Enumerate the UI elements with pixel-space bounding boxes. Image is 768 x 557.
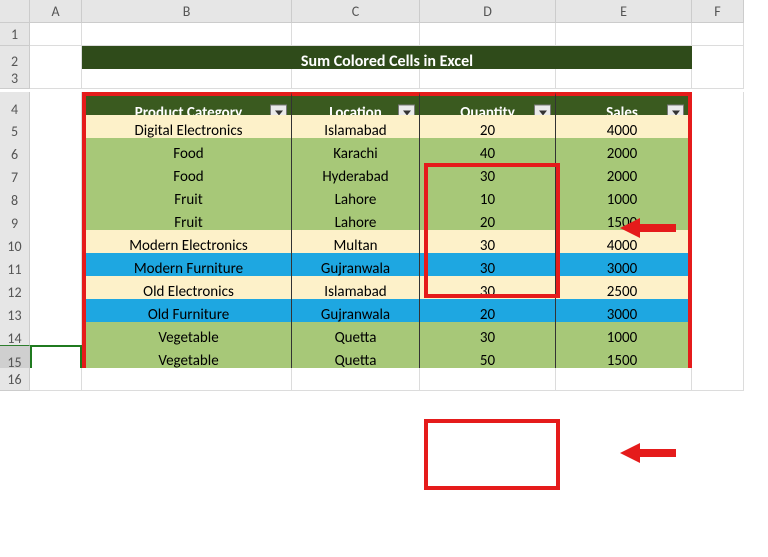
cell-B1[interactable]: [82, 23, 292, 46]
cell-E1[interactable]: [556, 23, 692, 46]
cell-F1[interactable]: [692, 23, 744, 46]
select-all-corner[interactable]: [0, 0, 30, 23]
col-F[interactable]: F: [692, 0, 744, 23]
row-3[interactable]: 3: [0, 69, 30, 89]
cell-C3[interactable]: [292, 69, 420, 89]
cell-C1[interactable]: [292, 23, 420, 46]
col-A[interactable]: A: [30, 0, 82, 23]
cell-E16[interactable]: [556, 368, 692, 391]
col-B[interactable]: B: [82, 0, 292, 23]
cell-F16[interactable]: [692, 368, 744, 391]
col-C[interactable]: C: [292, 0, 420, 23]
col-D[interactable]: D: [420, 0, 556, 23]
highlight-box-d14-d15: [424, 419, 560, 490]
cell-F3[interactable]: [692, 69, 744, 89]
cell-B3[interactable]: [82, 69, 292, 89]
row-1[interactable]: 1: [0, 23, 30, 46]
cell-D1[interactable]: [420, 23, 556, 46]
cell-B16[interactable]: [82, 368, 292, 391]
cell-D3[interactable]: [420, 69, 556, 89]
cell-A1[interactable]: [30, 23, 82, 46]
cell-E3[interactable]: [556, 69, 692, 89]
row-16[interactable]: 16: [0, 368, 30, 391]
arrow-left-icon: [620, 441, 676, 465]
cell-C16[interactable]: [292, 368, 420, 391]
col-E[interactable]: E: [556, 0, 692, 23]
cell-A16[interactable]: [30, 368, 82, 391]
cell-A3[interactable]: [30, 69, 82, 89]
cell-D16[interactable]: [420, 368, 556, 391]
